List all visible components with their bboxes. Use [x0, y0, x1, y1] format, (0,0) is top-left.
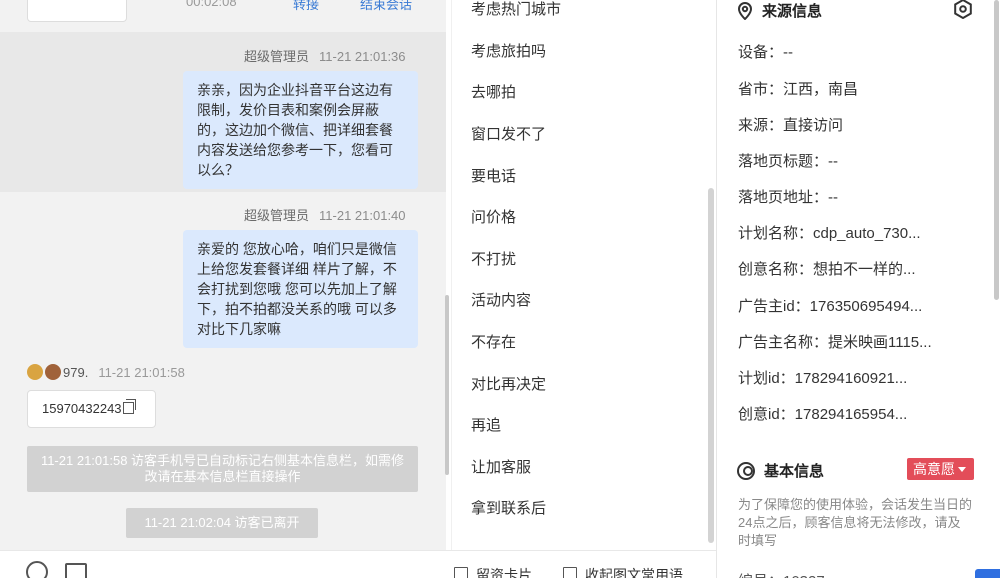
quick-reply-item[interactable]: 考虑热门城市 — [471, 0, 561, 19]
visitor-name: 979. — [63, 364, 89, 380]
agent-message-bubble: 亲亲，因为企业抖音平台这边有限制，发价目表和案例会屏蔽的，这边加个微信、把详细套… — [183, 71, 418, 189]
quick-reply-item[interactable]: 拿到联系后 — [471, 497, 546, 518]
chat-scrollbar[interactable] — [445, 295, 449, 475]
source-field: 创意名称：想拍不一样的... — [738, 261, 916, 278]
person-icon — [737, 461, 755, 480]
source-field: 广告主id：176350695494... — [738, 298, 923, 315]
system-note: 11-21 21:01:58 访客手机号已自动标记右侧基本信息栏，如需修改请在基… — [27, 446, 418, 492]
image-icon[interactable] — [65, 563, 87, 578]
quick-reply-item[interactable]: 问价格 — [471, 206, 516, 227]
collapse-phrases-button[interactable]: 收起图文常用语 — [563, 565, 683, 578]
system-note: 11-21 21:02:04 访客已离开 — [126, 508, 318, 538]
bear-emoji-icon — [27, 364, 43, 380]
quick-reply-scrollbar[interactable] — [708, 188, 714, 543]
agent-message-bubble: 亲爱的 您放心哈，咱们只是微信上给您发套餐详细 样片了解，不会打扰到您哦 您可以… — [183, 230, 418, 348]
source-field: 落地页地址：-- — [738, 189, 838, 206]
quick-reply-list: 考虑热门城市 考虑旅拍吗 去哪拍 窗口发不了 要电话 问价格 不打扰 活动内容 … — [451, 0, 716, 550]
lead-card-button[interactable]: 留资卡片 — [454, 565, 532, 578]
visitor-phone: 15970432243 — [42, 401, 122, 416]
basic-info-title: 基本信息 — [764, 463, 825, 480]
source-field: 省市：江西，南昌 — [738, 81, 859, 98]
emoji-icon[interactable] — [26, 561, 48, 578]
visitor-message-time: 11-21 21:01:58 — [98, 364, 185, 380]
message-meta: 超级管理员 11-21 21:01:36 — [244, 46, 406, 65]
intent-level-label: 高意愿 — [913, 461, 955, 477]
card-icon — [454, 567, 468, 578]
quick-reply-item[interactable]: 再追 — [471, 414, 501, 435]
visitor-meta: 979. 11-21 21:01:58 — [27, 364, 185, 380]
sender-name: 超级管理员 — [244, 208, 310, 223]
caret-down-icon — [958, 467, 966, 472]
message-time: 11-21 21:01:36 — [319, 49, 406, 64]
previous-card: 首 — [27, 0, 127, 22]
location-icon — [737, 1, 753, 20]
message-time: 11-21 21:01:40 — [319, 208, 406, 223]
source-field: 来源：直接访问 — [738, 117, 844, 134]
quick-reply-item[interactable]: 对比再决定 — [471, 373, 546, 394]
locate-target-icon[interactable] — [953, 0, 973, 19]
source-info-title: 来源信息 — [762, 3, 823, 20]
quick-reply-item[interactable]: 不打扰 — [471, 248, 516, 269]
source-field: 创意id：178294165954... — [738, 406, 908, 423]
floating-action-button[interactable] — [975, 569, 1000, 578]
quick-reply-item[interactable]: 要电话 — [471, 165, 516, 186]
source-field: 落地页标题：-- — [738, 153, 838, 170]
transfer-link[interactable]: 转接 — [293, 0, 319, 13]
quick-reply-item[interactable]: 去哪拍 — [471, 81, 516, 102]
chat-workspace: 首 00:02:08 转接 结束会话 超级管理员 11-21 21:01:36 亲… — [0, 0, 1000, 578]
customer-id-field: 编号：10327 — [738, 570, 978, 578]
edit-notice: 为了保障您的使用体验，会话发生当日的24点之后，顾客信息将无法修改，请及时填写 — [738, 497, 973, 548]
end-session-link[interactable]: 结束会话 — [360, 0, 412, 13]
lead-card-label: 留资卡片 — [476, 567, 532, 578]
source-field: 计划id：178294160921... — [738, 370, 908, 387]
sender-name: 超级管理员 — [244, 49, 310, 64]
session-duration: 00:02:08 — [186, 0, 237, 9]
info-scrollbar[interactable] — [994, 0, 999, 300]
doc-icon — [563, 567, 577, 578]
visitor-phone-card[interactable]: 15970432243 — [27, 390, 156, 428]
chat-toolbar: 留资卡片 收起图文常用语 — [0, 550, 716, 578]
basic-info-header: 基本信息 — [737, 460, 824, 481]
customer-info-panel: 来源信息 设备：-- 省市：江西，南昌 来源：直接访问 落地页标题：-- 落地页… — [717, 0, 1000, 578]
quick-reply-item[interactable]: 考虑旅拍吗 — [471, 40, 546, 61]
intent-level-dropdown[interactable]: 高意愿 — [907, 458, 974, 480]
quick-reply-item[interactable]: 让加客服 — [471, 456, 531, 477]
source-field: 设备：-- — [738, 44, 793, 61]
copy-icon[interactable] — [122, 399, 136, 414]
bear-face-emoji-icon — [45, 364, 61, 380]
source-info-header: 来源信息 — [737, 0, 822, 21]
collapse-phrases-label: 收起图文常用语 — [585, 567, 683, 578]
chat-panel: 首 00:02:08 转接 结束会话 超级管理员 11-21 21:01:36 亲… — [0, 0, 446, 550]
source-field: 计划名称：cdp_auto_730... — [738, 225, 921, 242]
quick-reply-item[interactable]: 窗口发不了 — [471, 123, 546, 144]
source-field: 广告主名称：提米映画1115... — [738, 334, 932, 351]
quick-reply-item[interactable]: 不存在 — [471, 331, 516, 352]
message-meta: 超级管理员 11-21 21:01:40 — [244, 205, 406, 224]
quick-reply-item[interactable]: 活动内容 — [471, 289, 531, 310]
